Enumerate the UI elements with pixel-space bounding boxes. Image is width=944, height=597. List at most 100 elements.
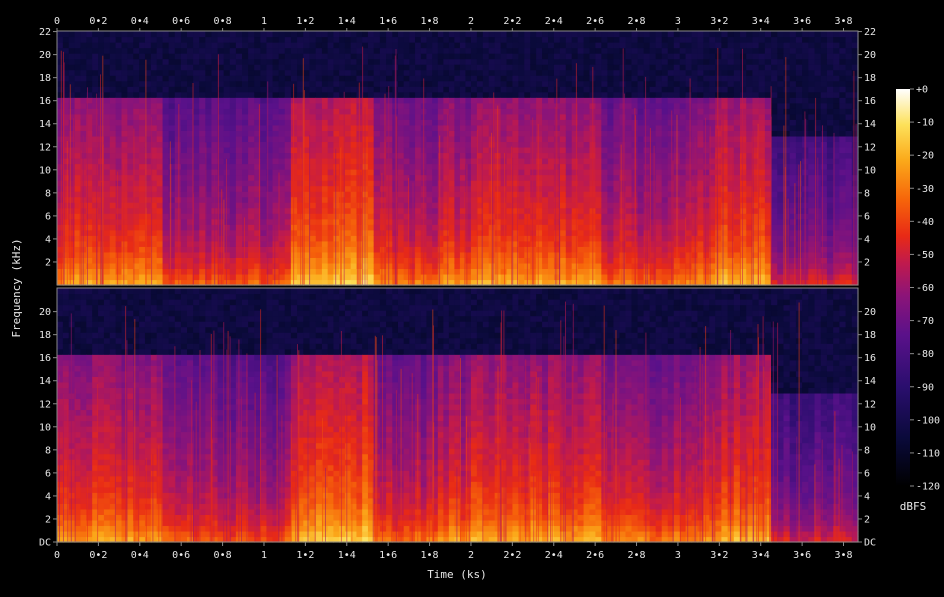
spectrogram-cell <box>655 119 663 126</box>
spectrogram-cell <box>565 246 573 253</box>
spectrogram-cell <box>290 31 298 38</box>
spectrogram-cell <box>92 163 99 170</box>
spectrogram-cell <box>565 36 573 43</box>
spectrogram-cell <box>426 146 433 154</box>
spectrogram-cell <box>685 240 693 247</box>
spectrogram-cell <box>344 31 352 38</box>
spectrogram-cell <box>379 196 387 203</box>
spectrogram-cell <box>272 97 280 104</box>
spectrogram-cell <box>536 158 543 165</box>
spectrogram-cell <box>109 146 117 154</box>
spectrogram-cell <box>350 53 358 60</box>
spectrogram-cell <box>272 119 280 126</box>
spectrogram-cell <box>193 42 200 49</box>
spectrogram-cell <box>92 246 99 253</box>
spectrogram-cell <box>559 273 567 281</box>
spectrogram-cell <box>482 113 490 120</box>
spectrogram-cell <box>403 229 410 236</box>
spectrogram-cell <box>637 86 645 93</box>
spectrogram-cell <box>512 53 519 60</box>
spectrogram-cell <box>443 102 450 109</box>
spectrogram-cell <box>327 108 335 115</box>
spectrogram-cell <box>443 213 450 220</box>
spectrogram-cell <box>536 169 543 176</box>
spectrogram-cell <box>193 191 200 198</box>
spectrogram-cell <box>139 75 146 82</box>
spectrogram-cell <box>367 42 375 49</box>
spectrogram-cell <box>127 158 134 165</box>
spectrogram-cell <box>409 75 416 82</box>
spectrogram-cell <box>235 152 243 159</box>
spectrogram-cell <box>476 102 484 109</box>
spectrogram-cell <box>180 64 188 71</box>
spectrogram-cell <box>613 196 621 203</box>
spectrogram-cell <box>685 191 693 198</box>
spectrogram-cell <box>482 224 490 231</box>
spectrogram-cell <box>548 97 555 104</box>
spectrogram-cell <box>303 75 311 82</box>
spectrogram-cell <box>103 246 111 253</box>
spectrogram-cell <box>92 251 99 258</box>
spectrogram-cell <box>559 141 567 148</box>
spectrogram-cell <box>465 80 472 87</box>
spectrogram-cell <box>321 113 329 120</box>
spectrogram-cell <box>625 141 633 148</box>
spectrogram-cell <box>470 58 478 65</box>
spectrogram-cell <box>229 69 237 76</box>
spectrogram-cell <box>344 130 352 137</box>
spectrogram-cell <box>57 113 64 120</box>
spectrogram-cell <box>121 229 128 236</box>
spectrogram-cell <box>98 42 105 49</box>
spectrogram-cell <box>415 102 422 109</box>
spectrogram-cell <box>649 91 657 98</box>
spectrogram-cell <box>607 174 615 181</box>
spectrogram-cell <box>187 64 194 71</box>
spectrogram-cell <box>333 97 340 104</box>
spectrogram-cell <box>559 47 567 54</box>
spectrogram-cell <box>661 36 669 43</box>
spectrogram-cell <box>415 251 422 258</box>
spectrogram-cell <box>162 213 170 220</box>
spectrogram-cell <box>205 97 213 104</box>
spectrogram-cell <box>162 207 170 214</box>
spectrogram-cell <box>290 224 298 231</box>
spectrogram-cell <box>242 80 249 87</box>
spectrogram-cell <box>409 146 416 154</box>
spectrogram-cell <box>193 262 200 270</box>
spectrogram-cell <box>180 180 188 187</box>
spectrogram-cell <box>673 36 681 43</box>
spectrogram-cell <box>542 36 549 43</box>
spectrogram-cell <box>248 240 255 247</box>
spectrogram-cell <box>448 273 455 281</box>
spectrogram-cell <box>548 113 555 120</box>
spectrogram-cell <box>465 196 472 203</box>
spectrogram-cell <box>548 119 555 126</box>
spectrogram-cell <box>583 273 591 281</box>
spectrogram-cell <box>500 146 508 154</box>
spectrogram-cell <box>235 141 243 148</box>
spectrogram-cell <box>272 91 280 98</box>
spectrogram-cell <box>260 246 268 253</box>
spectrogram-cell <box>297 36 304 43</box>
spectrogram-cell <box>115 75 123 82</box>
spectrogram-cell <box>327 202 335 209</box>
spectrogram-cell <box>548 75 555 82</box>
spectrogram-cell <box>459 119 467 126</box>
spectrogram-cell <box>571 146 579 154</box>
spectrogram-cell <box>426 31 433 38</box>
spectrogram-cell <box>284 47 292 54</box>
spectrogram-cell <box>559 119 567 126</box>
spectrogram-cell <box>476 36 484 43</box>
spectrogram-cell <box>601 174 608 181</box>
spectrogram-cell <box>685 174 693 181</box>
spectrogram-cell <box>290 141 298 148</box>
spectrogram-cell <box>397 202 405 209</box>
spectrogram-cell <box>613 268 621 275</box>
spectrogram-cell <box>559 113 567 120</box>
spectrogram-cell <box>500 196 508 203</box>
spectrogram-cell <box>691 80 699 87</box>
spectrogram-cell <box>321 246 329 253</box>
spectrogram-cell <box>685 135 693 143</box>
spectrogram-cell <box>415 207 422 214</box>
spectrogram-cell <box>607 86 615 93</box>
